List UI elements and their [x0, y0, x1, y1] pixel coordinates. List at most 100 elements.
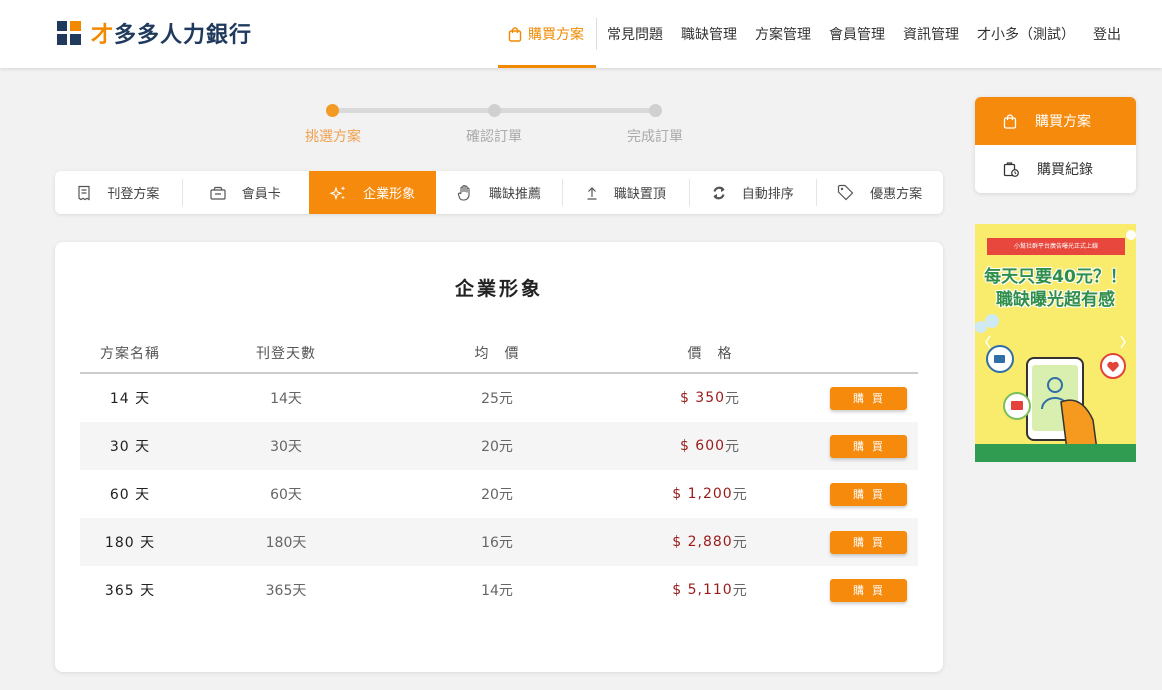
side-item-purchase-history[interactable]: 購買紀錄 — [975, 145, 1136, 193]
logo-text: 才多多人力銀行 — [91, 23, 253, 48]
buy-button[interactable]: 購買 — [829, 530, 907, 554]
buy-button[interactable]: 購買 — [829, 386, 907, 410]
plan-avg: 25元 — [481, 391, 513, 407]
card-icon — [210, 186, 226, 200]
price-value: $ 350 — [679, 390, 726, 406]
plan-price: $ 5,110 元 — [602, 566, 818, 614]
checkout-steps: 挑選方案 確認訂單 完成訂單 — [290, 100, 710, 150]
tab-auto-sort[interactable]: 自動排序 — [689, 171, 816, 214]
tab-label: 刊登方案 — [107, 187, 160, 202]
plan-days: 60天 — [270, 487, 302, 503]
buy-button[interactable]: 購買 — [829, 578, 907, 602]
price-value: $ 5,110 — [672, 582, 733, 598]
plan-name: 60 天 — [109, 487, 151, 503]
plan-action: 購買 — [818, 470, 918, 518]
tab-label: 企業形象 — [363, 187, 416, 202]
nav-label: 方案管理 — [755, 27, 811, 43]
plan-name: 14 天 — [109, 391, 151, 407]
plan-action: 購買 — [818, 518, 918, 566]
price-unit: 元 — [725, 391, 741, 407]
price-unit: 元 — [725, 439, 741, 455]
step-dot-3 — [649, 104, 662, 117]
tab-label: 自動排序 — [741, 187, 794, 202]
plan-category-tabs: 刊登方案 會員卡 企業形象 職缺推薦 職缺置頂 自動排序 優惠方案 — [55, 171, 943, 214]
step-dot-2 — [488, 104, 501, 117]
plan-price: $ 350 元 — [602, 374, 818, 422]
nav-label: 常見問題 — [607, 27, 663, 43]
col-plan-name: 方案名稱 — [100, 346, 160, 362]
plan-price: $ 600 元 — [602, 422, 818, 470]
order-history-icon — [1003, 161, 1019, 177]
nav-label: 職缺管理 — [681, 27, 737, 43]
plan-name: 365 天 — [104, 583, 156, 599]
price-unit: 元 — [732, 583, 748, 599]
plan-days: 30天 — [270, 439, 302, 455]
promo-headline: 每天只要40元？！ — [984, 267, 1127, 287]
nav-label: 資訊管理 — [903, 27, 959, 43]
top-header: 才多多人力銀行 購買方案 常見問題 職缺管理 方案管理 會員管理 資訊管理 才小… — [0, 0, 1162, 68]
nav-label: 購買方案 — [528, 27, 584, 43]
hand-icon — [457, 184, 473, 201]
price-value: $ 2,880 — [672, 534, 733, 550]
plan-price: $ 2,880 元 — [602, 518, 818, 566]
shopping-bag-icon — [1003, 113, 1017, 129]
plan-action: 購買 — [818, 566, 918, 614]
logo-mark-icon — [57, 21, 81, 45]
table-row: 60 天 60天 20元 $ 1,200 元 購買 — [80, 470, 918, 518]
nav-info-manage[interactable]: 資訊管理 — [894, 0, 968, 68]
table-row: 180 天 180天 16元 $ 2,880 元 購買 — [80, 518, 918, 566]
tab-member-card[interactable]: 會員卡 — [181, 171, 309, 214]
site-logo[interactable]: 才多多人力銀行 — [57, 20, 253, 48]
plan-name: 180 天 — [104, 535, 156, 551]
tab-label: 優惠方案 — [870, 187, 923, 202]
table-row: 14 天 14天 25元 $ 350 元 購買 — [80, 374, 918, 422]
plan-action: 購買 — [818, 422, 918, 470]
receipt-icon — [77, 185, 91, 201]
refresh-icon — [712, 185, 726, 201]
buy-button[interactable]: 購買 — [829, 482, 907, 506]
tab-label: 職缺置頂 — [613, 187, 666, 202]
tab-corporate-image[interactable]: 企業形象 — [308, 171, 436, 214]
tab-listing-plan[interactable]: 刊登方案 — [55, 171, 182, 214]
side-item-label: 購買紀錄 — [1037, 162, 1093, 178]
tab-discount-plan[interactable]: 優惠方案 — [816, 171, 943, 214]
nav-logout[interactable]: 登出 — [1084, 0, 1130, 68]
price-value: $ 600 — [679, 438, 726, 454]
promo-illustration — [975, 230, 1136, 451]
table-row: 30 天 30天 20元 $ 600 元 購買 — [80, 422, 918, 470]
plan-avg: 20元 — [481, 487, 513, 503]
promo-ribbon: 小幫社群平台廣告曝光正式上線 — [987, 238, 1125, 255]
plan-action: 購買 — [818, 374, 918, 422]
tab-job-pin-top[interactable]: 職缺置頂 — [562, 171, 689, 214]
nav-user-account[interactable]: 才小多（測試） — [968, 0, 1084, 68]
plan-name: 30 天 — [109, 439, 151, 455]
nav-member-manage[interactable]: 會員管理 — [820, 0, 894, 68]
price-unit: 元 — [732, 535, 748, 551]
plan-days: 365天 — [265, 583, 307, 599]
main-nav: 購買方案 常見問題 職缺管理 方案管理 會員管理 資訊管理 才小多（測試） 登出 — [498, 0, 1130, 68]
col-days: 刊登天數 — [256, 346, 316, 362]
col-avg-price: 均 價 — [474, 346, 520, 362]
buy-button[interactable]: 購買 — [829, 434, 907, 458]
nav-label: 會員管理 — [829, 27, 885, 43]
table-header: 方案名稱 刊登天數 均 價 價 格 — [80, 334, 918, 374]
plan-days: 14天 — [270, 391, 302, 407]
plan-avg: 16元 — [481, 535, 513, 551]
nav-job-manage[interactable]: 職缺管理 — [672, 0, 746, 68]
side-item-buy-plan[interactable]: 購買方案 — [975, 97, 1136, 145]
step-label-1: 挑選方案 — [305, 129, 361, 145]
promo-subheadline: 職缺曝光超有感 — [996, 290, 1115, 310]
plan-price: $ 1,200 元 — [602, 470, 818, 518]
nav-plan-manage[interactable]: 方案管理 — [746, 0, 820, 68]
step-label-3: 完成訂單 — [627, 129, 683, 145]
nav-faq[interactable]: 常見問題 — [598, 0, 672, 68]
tab-job-recommend[interactable]: 職缺推薦 — [436, 171, 563, 214]
promo-banner[interactable]: 小幫社群平台廣告曝光正式上線 每天只要40元？！ 職缺曝光超有感 — [975, 224, 1136, 462]
plan-days: 180天 — [265, 535, 307, 551]
side-menu: 購買方案 購買紀錄 — [975, 97, 1136, 193]
nav-buy-plan[interactable]: 購買方案 — [498, 0, 596, 68]
plan-avg: 20元 — [481, 439, 513, 455]
shopping-bag-icon — [508, 26, 522, 42]
plan-title: 企業形象 — [454, 278, 543, 300]
sparkle-icon — [329, 185, 347, 201]
